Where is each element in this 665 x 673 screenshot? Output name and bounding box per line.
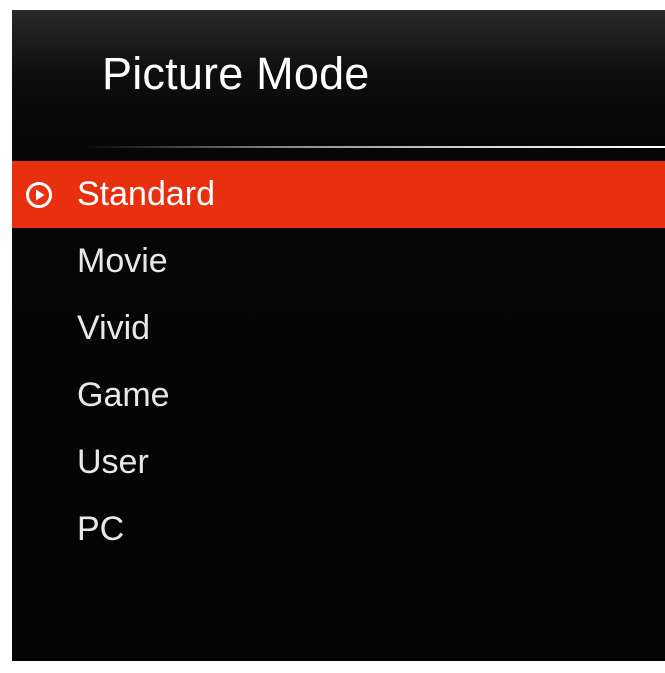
picture-mode-list: Standard Movie Vivid Game User PC bbox=[12, 161, 665, 563]
title-divider bbox=[82, 146, 665, 148]
play-circle-icon bbox=[26, 181, 52, 208]
menu-item-pc[interactable]: PC bbox=[12, 496, 665, 563]
menu-title: Picture Mode bbox=[102, 48, 370, 99]
menu-item-vivid[interactable]: Vivid bbox=[12, 295, 665, 362]
menu-item-user[interactable]: User bbox=[12, 429, 665, 496]
menu-item-label: Vivid bbox=[77, 309, 151, 347]
menu-item-standard[interactable]: Standard bbox=[12, 161, 665, 228]
picture-mode-panel: Picture Mode Standard Movie Vivid Game U… bbox=[12, 10, 665, 661]
menu-item-label: User bbox=[77, 443, 149, 481]
menu-item-movie[interactable]: Movie bbox=[12, 228, 665, 295]
menu-item-label: PC bbox=[77, 510, 125, 548]
menu-item-label: Game bbox=[77, 376, 170, 414]
menu-item-label: Standard bbox=[77, 175, 215, 213]
menu-item-label: Movie bbox=[77, 242, 168, 280]
menu-item-game[interactable]: Game bbox=[12, 362, 665, 429]
